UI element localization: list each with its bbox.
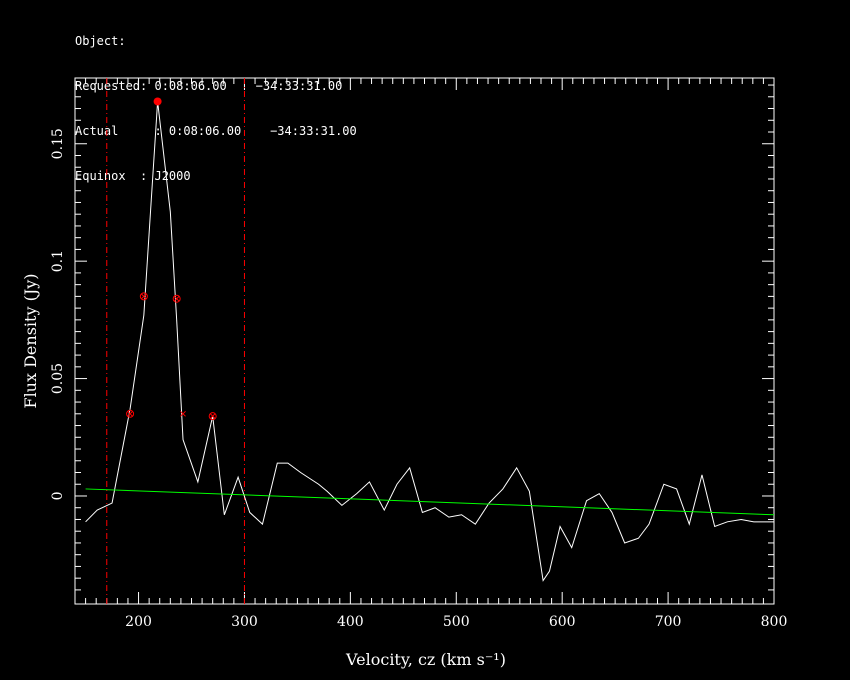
y-tick-label: 0 [50, 492, 66, 501]
circle-x-marker [139, 292, 148, 301]
y-tick-label: 0.05 [50, 363, 66, 394]
filled-dot-marker [153, 97, 162, 106]
tick-labels: 200 300 400 500 600 700 800 0 0.05 0.1 0.15 [50, 128, 787, 630]
circle-x-marker [172, 294, 181, 303]
window-lines [106, 78, 245, 604]
y-tick-label: 0.1 [50, 250, 66, 272]
spectrum-chart: 200 300 400 500 600 700 800 0 0.05 0.1 0.15 Veloci… [21, 77, 787, 669]
spectrum-line [85, 101, 774, 582]
x-tick-label: 200 [125, 614, 152, 630]
x-tick-label: 300 [231, 614, 258, 630]
baseline-line [85, 488, 775, 516]
x-tick-label: 800 [761, 614, 788, 630]
x-tick-label: 600 [549, 614, 576, 630]
axis-ticks [75, 78, 775, 604]
x-axis-title: Velocity, cz (km s⁻¹) [345, 650, 506, 669]
y-axis-title: Flux Density (Jy) [21, 273, 40, 408]
x-tick-label: 500 [443, 614, 470, 630]
x-tick-label: 400 [337, 614, 364, 630]
plot-frame [74, 77, 775, 605]
x-tick-label: 700 [655, 614, 682, 630]
y-tick-label: 0.15 [50, 128, 66, 159]
series-group [85, 101, 775, 582]
marker-group [126, 97, 217, 421]
